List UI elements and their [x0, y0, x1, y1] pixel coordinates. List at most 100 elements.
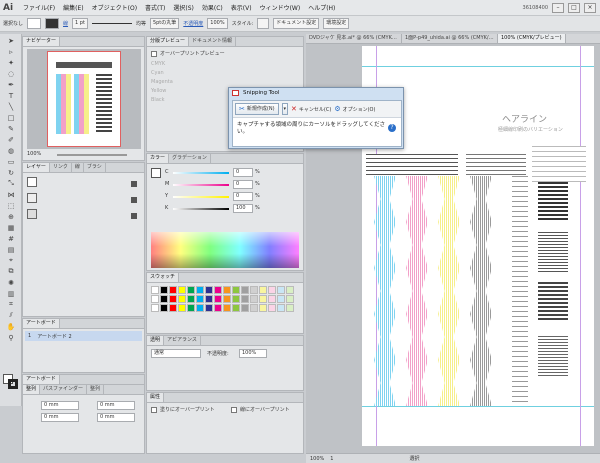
brush-tool-icon[interactable]: ✎ [4, 124, 18, 133]
brush-dropdown[interactable]: 5ptの丸筆 [149, 18, 180, 29]
color-fill-swatch[interactable] [151, 168, 161, 178]
channel-c-field[interactable]: 0 [233, 168, 253, 177]
color-swatch[interactable] [268, 304, 276, 312]
artboard-list-item[interactable]: 1 アートボード 2 [25, 331, 142, 341]
navigator-zoom-slider[interactable] [57, 154, 127, 156]
gradient-tool-icon[interactable]: ▤ [4, 245, 18, 254]
layer-target-icon[interactable] [131, 213, 137, 219]
color-swatch[interactable] [286, 295, 294, 303]
channel-y-slider[interactable] [173, 196, 229, 198]
channel-m-field[interactable]: 0 [233, 180, 253, 189]
menu-help[interactable]: ヘルプ(H) [304, 3, 339, 12]
eraser-tool-icon[interactable]: ▭ [4, 157, 18, 166]
stroke-color-swatch[interactable] [8, 379, 18, 389]
minimize-button[interactable]: – [552, 2, 564, 13]
tab-links[interactable]: リンク [50, 163, 72, 172]
color-swatch[interactable] [259, 286, 267, 294]
tab-document-2[interactable]: 1面P-p49_uhida.ai @ 66% (CMYK/プレビュー) [402, 34, 498, 43]
preferences-button[interactable]: 環境設定 [323, 18, 350, 29]
color-swatch[interactable] [241, 295, 249, 303]
blob-brush-tool-icon[interactable]: ◍ [4, 146, 18, 155]
tab-swatches[interactable]: スウォッチ [147, 273, 180, 282]
color-spectrum[interactable] [151, 232, 299, 268]
color-swatch[interactable] [151, 286, 159, 294]
height-field[interactable]: 0 mm [97, 413, 135, 422]
navigator-view-box[interactable] [47, 51, 121, 147]
status-zoom[interactable]: 100% [310, 456, 324, 462]
menu-file[interactable]: ファイル(F) [19, 3, 59, 12]
cancel-snip-button[interactable]: ✕ キャンセル(C) [291, 105, 331, 113]
channel-y-field[interactable]: 0 [233, 192, 253, 201]
color-swatch[interactable] [160, 304, 168, 312]
color-swatch[interactable] [259, 295, 267, 303]
color-swatch[interactable] [223, 286, 231, 294]
color-swatch[interactable] [277, 286, 285, 294]
color-swatch[interactable] [178, 286, 186, 294]
opacity-link[interactable]: 不透明度 [183, 20, 203, 27]
menu-window[interactable]: ウィンドウ(W) [256, 3, 305, 12]
tab-separations-preview[interactable]: 分版プレビュー [147, 37, 190, 46]
zoom-tool-icon[interactable]: ⚲ [4, 333, 18, 342]
overprint-preview-checkbox[interactable] [151, 50, 157, 57]
tab-artboards[interactable]: アートボード [23, 319, 60, 328]
help-icon[interactable]: ? [388, 124, 396, 132]
menu-type[interactable]: 書式(T) [141, 3, 169, 12]
tab-document-3[interactable]: 100% (CMYK/プレビュー) [498, 34, 566, 43]
color-swatch[interactable] [250, 286, 258, 294]
perspective-grid-tool-icon[interactable]: ▦ [4, 223, 18, 232]
color-swatch[interactable] [151, 304, 159, 312]
menu-effect[interactable]: 効果(C) [198, 3, 227, 12]
overprint-stroke-checkbox[interactable] [231, 406, 237, 413]
color-swatch[interactable] [232, 304, 240, 312]
color-swatch[interactable] [259, 304, 267, 312]
mesh-tool-icon[interactable]: # [4, 234, 18, 243]
color-swatch[interactable] [196, 295, 204, 303]
shape-builder-tool-icon[interactable]: ⊕ [4, 212, 18, 221]
color-swatch[interactable] [178, 304, 186, 312]
tab-appearance[interactable]: アピアランス [164, 336, 201, 345]
tab-navigator[interactable]: ナビゲーター [23, 37, 61, 46]
color-swatch[interactable] [160, 286, 168, 294]
pen-tool-icon[interactable]: ✒ [4, 80, 18, 89]
overprint-fill-checkbox[interactable] [151, 406, 157, 413]
scale-tool-icon[interactable]: ⤡ [4, 179, 18, 188]
rectangle-tool-icon[interactable]: □ [4, 113, 18, 122]
tab-color[interactable]: カラー [147, 154, 170, 163]
channel-m-slider[interactable] [173, 184, 229, 186]
tab-pathfinder[interactable]: パスファインダー [40, 385, 88, 394]
tab-layers[interactable]: レイヤー [23, 163, 50, 172]
color-swatch[interactable] [205, 295, 213, 303]
layer-row[interactable] [27, 177, 37, 187]
options-button[interactable]: ⚙ オプション(O) [334, 105, 375, 113]
color-swatch[interactable] [286, 286, 294, 294]
hand-tool-icon[interactable]: ✋ [4, 322, 18, 331]
layer-row[interactable] [27, 209, 37, 219]
tab-align[interactable]: 整列 [23, 385, 41, 394]
color-swatch[interactable] [223, 304, 231, 312]
color-swatch[interactable] [214, 304, 222, 312]
tab-attributes[interactable]: 属性 [147, 393, 165, 402]
type-tool-icon[interactable]: T [4, 91, 18, 100]
style-swatch[interactable] [257, 18, 270, 29]
tab-align-2[interactable]: 整列 [87, 385, 105, 394]
color-swatch[interactable] [187, 295, 195, 303]
color-swatch[interactable] [232, 295, 240, 303]
channel-k-slider[interactable] [173, 208, 229, 210]
color-swatch[interactable] [178, 295, 186, 303]
new-snip-button[interactable]: ✂ 新規作成(N) [235, 103, 279, 115]
stroke-style-label[interactable]: 均等 [136, 20, 146, 27]
tab-artboard-options[interactable]: アートボード [23, 375, 60, 384]
blend-tool-icon[interactable]: ⧉ [4, 267, 18, 276]
color-swatch[interactable] [205, 304, 213, 312]
channel-c-slider[interactable] [173, 172, 229, 174]
menu-view[interactable]: 表示(V) [227, 3, 256, 12]
stroke-swatch[interactable] [45, 18, 60, 29]
stroke-link[interactable]: 線 [63, 20, 68, 27]
color-swatch[interactable] [214, 295, 222, 303]
free-transform-tool-icon[interactable]: ⬚ [4, 201, 18, 210]
width-field[interactable]: 0 mm [97, 401, 135, 410]
tab-document-info[interactable]: ドキュメント情報 [189, 37, 237, 46]
color-swatch[interactable] [277, 304, 285, 312]
color-swatch[interactable] [268, 295, 276, 303]
tab-gradient[interactable]: グラデーション [169, 154, 211, 163]
